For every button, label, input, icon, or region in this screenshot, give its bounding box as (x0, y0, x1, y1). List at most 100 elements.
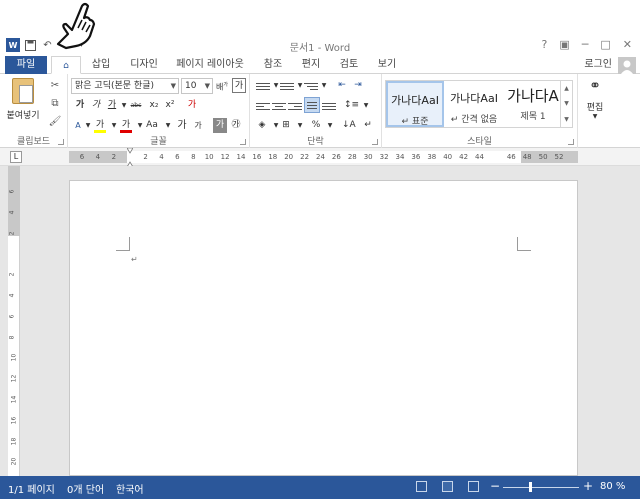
font-color-button[interactable]: 가 (120, 118, 132, 133)
enclose-char-button[interactable]: ㉮ (230, 118, 242, 133)
close-button[interactable]: ✕ (623, 38, 632, 51)
numbering-icon[interactable] (280, 79, 294, 93)
tab-home[interactable]: ⌂ (51, 56, 81, 74)
align-left-icon[interactable] (256, 99, 270, 113)
font-size-combo[interactable]: 10 ▼ (181, 78, 213, 94)
tab-design[interactable]: 디자인 (124, 56, 164, 74)
zoom-slider[interactable] (503, 487, 579, 488)
style-no-spacing[interactable]: 가나다AaI ↵ 간격 없음 (445, 81, 503, 127)
chevron-up-icon[interactable]: ▲ (564, 85, 569, 92)
zoom-level[interactable]: 80 % (600, 481, 625, 492)
char-shading-button[interactable]: 가 (213, 118, 227, 133)
read-mode-icon[interactable] (416, 481, 427, 492)
clear-formatting-button[interactable]: 가 (186, 98, 198, 113)
bold-button[interactable]: 가 (74, 98, 86, 113)
shading-icon[interactable]: ◈ (256, 118, 268, 133)
bullets-icon[interactable] (256, 79, 270, 93)
paste-button[interactable]: 붙여넣기 (6, 78, 40, 126)
cut-icon[interactable]: ✂ (48, 78, 62, 92)
style-heading-1[interactable]: 가나다A 제목 1 (504, 81, 562, 127)
shrink-font-button[interactable]: 가 (192, 118, 204, 133)
window-controls: ? ▣ ─ □ ✕ (542, 38, 633, 51)
ribbon-display-options-icon[interactable]: ▣ (559, 38, 569, 51)
style-name: ↵ 간격 없음 (450, 115, 498, 125)
login-link[interactable]: 로그인 (584, 56, 612, 74)
tab-references[interactable]: 참조 (258, 56, 288, 74)
tab-selector[interactable]: L (10, 151, 22, 163)
more-icon[interactable]: ▼ (564, 116, 569, 123)
highlight-button[interactable]: 가 (94, 118, 106, 133)
italic-button[interactable]: 가 (90, 98, 102, 113)
editing-button[interactable]: ⚭ 편집 ▼ (584, 78, 606, 120)
web-layout-icon[interactable] (468, 481, 479, 492)
text-effects-dropdown-icon[interactable]: ▼ (82, 118, 94, 133)
tab-page-layout[interactable]: 페이지 레이아웃 (171, 56, 249, 74)
ruler-tick: 18 (268, 153, 278, 161)
chevron-down-icon[interactable]: ▼ (564, 100, 569, 107)
style-normal[interactable]: 가나다AaI ↵ 표준 (386, 81, 444, 127)
multilevel-dropdown-icon[interactable]: ▼ (318, 78, 330, 93)
minimize-button[interactable]: ─ (582, 38, 589, 51)
font-launcher-icon[interactable] (240, 139, 246, 145)
horizontal-ruler[interactable]: 6 4 2 2 4 6 8 10 12 14 16 18 20 22 24 26 28 30 32 34 36 38 40 4… (69, 151, 578, 163)
decrease-indent-icon[interactable]: ⇤ (336, 78, 348, 93)
phonetic-guide-icon[interactable]: 배가 (216, 78, 228, 93)
ruler-tick: 4 (95, 153, 101, 161)
vruler-tick: 8 (8, 335, 16, 340)
tab-insert[interactable]: 삽입 (86, 56, 116, 74)
ruler-tick: 20 (284, 153, 294, 161)
ruler-tick: 50 (538, 153, 548, 161)
justify-icon[interactable] (304, 97, 320, 113)
copy-icon[interactable]: ⧉ (48, 96, 62, 110)
highlight-dropdown-icon[interactable]: ▼ (108, 118, 120, 133)
tab-view[interactable]: 보기 (372, 56, 402, 74)
change-case-dropdown-icon[interactable]: ▼ (162, 118, 174, 133)
maximize-button[interactable]: □ (600, 38, 610, 51)
borders-icon[interactable]: ⊞ (280, 118, 292, 133)
document-page[interactable] (69, 180, 578, 476)
align-right-icon[interactable] (288, 99, 302, 113)
increase-indent-icon[interactable]: ⇥ (352, 78, 364, 93)
format-painter-icon[interactable]: 🖌 (48, 114, 62, 128)
styles-launcher-icon[interactable] (568, 139, 574, 145)
vertical-ruler[interactable]: 6 4 2 2 4 6 8 10 12 14 16 18 20 (8, 166, 20, 476)
char-border-icon[interactable]: 가 (232, 78, 246, 93)
user-avatar-icon[interactable] (618, 57, 636, 75)
font-color-dropdown-icon[interactable]: ▼ (134, 118, 146, 133)
print-layout-icon[interactable] (442, 481, 453, 492)
tab-file[interactable]: 파일 (5, 56, 47, 74)
zoom-in-button[interactable]: + (583, 479, 593, 493)
styles-scroll[interactable]: ▲ ▼ ▼ (560, 81, 572, 127)
asian-layout-icon[interactable]: % (310, 118, 322, 133)
subscript-button[interactable]: x₂ (148, 98, 160, 113)
clipboard-launcher-icon[interactable] (58, 139, 64, 145)
underline-button[interactable]: 가 (106, 98, 118, 113)
distributed-icon[interactable] (322, 99, 336, 113)
vruler-tick: 10 (10, 354, 18, 362)
multilevel-list-icon[interactable] (304, 79, 318, 93)
font-name-combo[interactable]: 맑은 고딕(본문 한글) ▼ (71, 78, 179, 94)
show-marks-icon[interactable]: ↵ (362, 118, 374, 133)
word-count[interactable]: 0개 단어 (67, 481, 104, 496)
underline-dropdown-icon[interactable]: ▼ (118, 98, 130, 113)
tab-mailings[interactable]: 편지 (296, 56, 326, 74)
tab-review[interactable]: 검토 (334, 56, 364, 74)
superscript-button[interactable]: x² (164, 98, 176, 113)
sort-icon[interactable]: ↓A (342, 118, 356, 133)
zoom-slider-handle[interactable] (529, 482, 532, 492)
borders-dropdown-icon[interactable]: ▼ (294, 118, 306, 133)
change-case-button[interactable]: Aa (146, 118, 158, 133)
line-spacing-icon[interactable]: ↕≡ (344, 98, 359, 113)
zoom-out-button[interactable]: − (490, 479, 500, 493)
ruler-tick: 38 (427, 153, 437, 161)
grow-font-button[interactable]: 가 (176, 118, 188, 133)
paragraph-launcher-icon[interactable] (372, 139, 378, 145)
help-button[interactable]: ? (542, 38, 548, 51)
language-indicator[interactable]: 한국어 (116, 481, 144, 496)
ruler-tick: 46 (506, 153, 516, 161)
page-count[interactable]: 1/1 페이지 (8, 481, 55, 496)
strikethrough-button[interactable]: abc (130, 98, 142, 113)
align-center-icon[interactable] (272, 99, 286, 113)
line-spacing-dropdown-icon[interactable]: ▼ (360, 98, 372, 113)
asian-layout-dropdown-icon[interactable]: ▼ (324, 118, 336, 133)
